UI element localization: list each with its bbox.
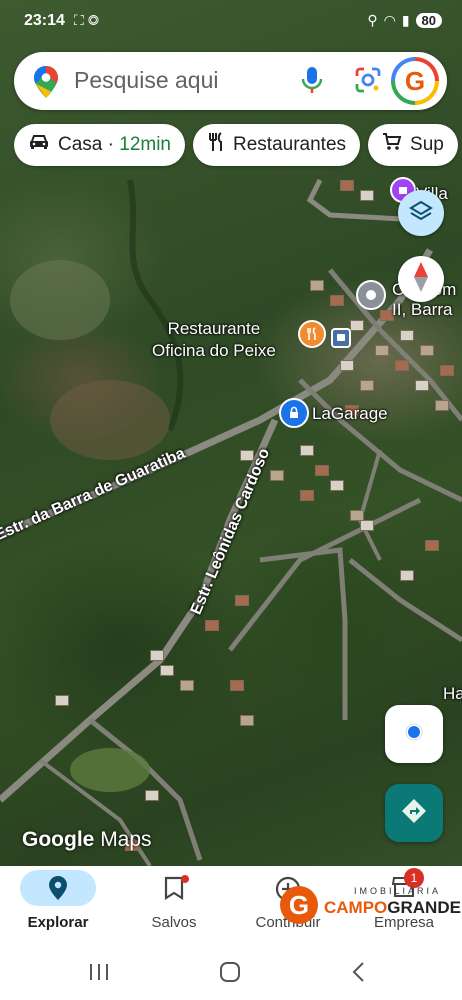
directions-icon [400,797,428,830]
google-maps-pin-icon [34,66,58,103]
bus-stop-icon[interactable] [331,328,351,348]
saved-dot [181,875,189,883]
screenshot-icon: ⛶ [74,12,88,28]
status-bar: 23:14 ⛶◎ ⚲ ◠ ▮ 80 [0,0,462,44]
category-chips: Casa · 12min Restaurantes Sup [14,124,458,166]
back-icon[interactable] [350,961,366,988]
my-location-icon [402,720,426,749]
compass-icon [412,261,430,297]
nav-saved-label: Salvos [151,914,197,931]
home-icon[interactable] [219,961,241,988]
nav-explore-label: Explorar [27,914,89,931]
profile-avatar[interactable]: G [391,57,439,105]
place-label-lagarage[interactable]: LaGarage [312,404,388,424]
watermark-line2: CAMPOGRANDE [324,898,461,917]
search-input[interactable]: Pesquise aqui [74,67,219,94]
signal-icon: ▮ [401,12,410,28]
location-icon: ⚲ [367,12,378,28]
chip-home[interactable]: Casa · 12min [14,124,185,166]
chip-supermarket-label: Sup [410,134,444,155]
search-bar[interactable]: Pesquise aqui G [14,52,447,110]
fork-knife-icon [207,132,225,158]
chip-restaurants[interactable]: Restaurantes [193,124,361,166]
lock-shop-icon[interactable] [279,398,309,428]
compass-button[interactable] [398,256,444,302]
maps-word: Maps [100,828,152,851]
place-label-ha[interactable]: Ha [443,684,462,704]
nav-explore[interactable]: Explorar [12,866,104,948]
avatar-g-logo: G [395,61,435,101]
google-word: Google [22,828,95,851]
directions-button[interactable] [385,784,443,842]
condominium-place-icon[interactable] [356,280,386,310]
watermark-line1: IMOBILIÁRIA [354,886,442,896]
wifi-icon: ◠ [383,12,396,28]
system-navigation-bar [0,948,462,1000]
layers-button[interactable] [398,190,444,236]
chip-home-sep: · [107,134,114,155]
place-label-oficina-do-peixe[interactable]: Restaurante Oficina do Peixe [152,318,276,362]
microphone-icon[interactable] [300,66,324,101]
explore-pin-icon [49,876,67,904]
nav-saved[interactable]: Salvos [128,866,220,948]
instagram-icon: ◎ [87,12,104,28]
battery-icon: 80 [415,13,442,28]
my-location-button[interactable] [385,705,443,763]
notification-icons: ⛶◎ [74,12,103,29]
cart-icon [382,132,402,158]
system-icons: ⚲ ◠ ▮ 80 [367,12,442,29]
car-icon [28,133,50,157]
watermark-logo: G [280,886,318,924]
status-time: 23:14 [24,12,65,29]
chip-restaurants-label: Restaurantes [233,134,347,155]
google-lens-icon[interactable] [354,66,382,99]
google-maps-attribution: Google Maps [22,828,152,852]
recents-icon[interactable] [88,962,110,987]
chip-home-eta: 12min [119,134,171,155]
layers-icon [409,200,433,227]
chip-home-label: Casa [58,134,103,155]
restaurant-icon[interactable] [298,320,326,348]
chip-supermarket[interactable]: Sup [368,124,458,166]
imobiliaria-watermark: G IMOBILIÁRIA CAMPOGRANDE [280,884,461,924]
